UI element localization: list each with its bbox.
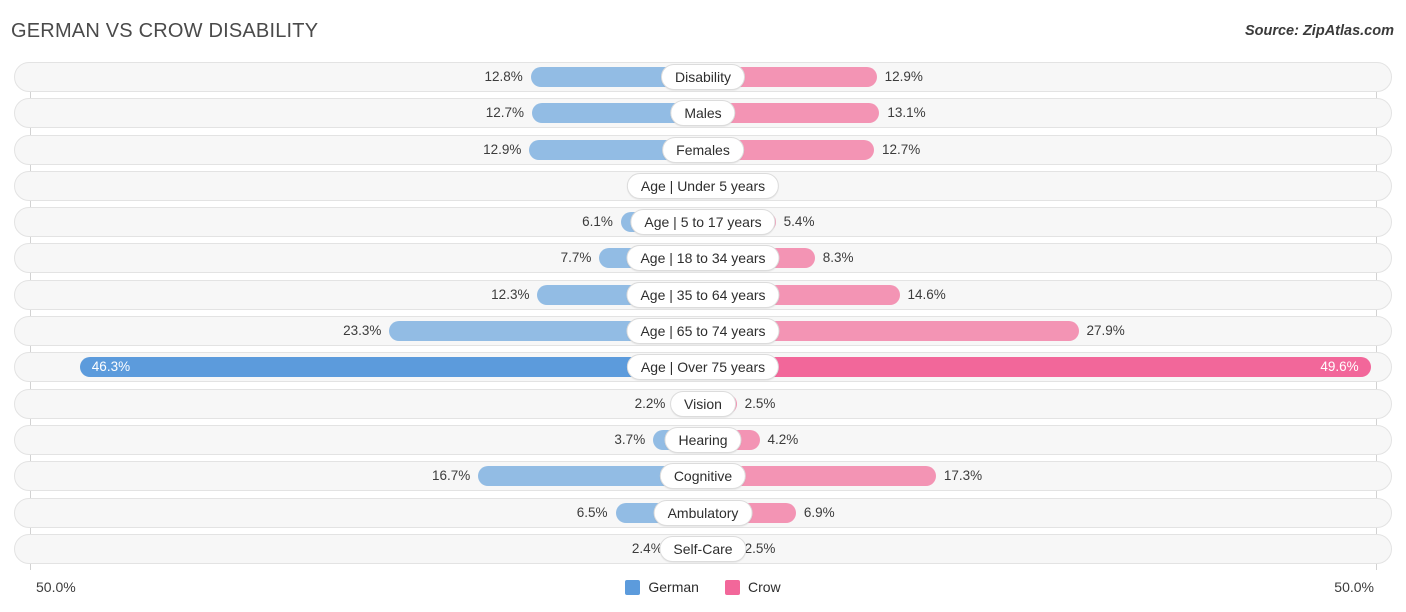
table-row[interactable]: 12.7% 13.1% Males <box>0 98 1406 129</box>
value-label-german: 7.7% <box>560 250 592 266</box>
bar-row-list: 12.8% 12.9% Disability 12.7% 13.1% Males 12.9%… <box>0 62 1406 570</box>
bar-german[interactable] <box>79 357 703 378</box>
category-label: Cognitive <box>659 463 747 490</box>
source-attribution: Source: ZipAtlas.com <box>1244 23 1394 39</box>
value-label-crow: 2.5% <box>744 395 776 411</box>
legend-label: Crow <box>747 579 781 595</box>
value-label-german: 3.7% <box>614 431 646 447</box>
table-row[interactable]: 2.2% 2.5% Vision <box>0 388 1406 419</box>
value-label-crow: 5.4% <box>783 214 815 230</box>
table-row[interactable]: 7.7% 8.3% Age | 18 to 34 years <box>0 243 1406 274</box>
category-label: Disability <box>660 64 746 90</box>
value-label-crow: 17.3% <box>943 468 983 484</box>
value-label-crow: 49.6% <box>1320 359 1359 375</box>
bar-crow[interactable] <box>703 357 1371 378</box>
value-label-crow: 4.2% <box>767 431 799 447</box>
chart-footer: 50.0% 50.0% German Crow <box>0 572 1406 612</box>
table-row[interactable]: 12.8% 12.9% Disability <box>0 62 1406 92</box>
chart-plot-area: 12.8% 12.9% Disability 12.7% 13.1% Males 12.9%… <box>0 62 1406 570</box>
value-label-german: 12.7% <box>485 105 525 121</box>
value-label-crow: 12.7% <box>881 141 921 157</box>
legend-label: German <box>648 579 699 595</box>
table-row[interactable]: 6.5% 6.9% Ambulatory <box>0 497 1406 528</box>
table-row[interactable]: 23.3% 27.9% Age | 65 to 74 years <box>0 316 1406 347</box>
category-label: Ambulatory <box>653 499 753 526</box>
value-label-german: 16.7% <box>431 468 471 484</box>
value-label-german: 12.3% <box>491 286 530 302</box>
category-label: Males <box>670 100 736 127</box>
chart-header: GERMAN VS CROW DISABILITY Source: ZipAtl… <box>0 0 1406 62</box>
legend-swatch-icon <box>625 579 641 595</box>
value-label-crow: 27.9% <box>1086 323 1125 339</box>
category-label: Vision <box>670 390 736 417</box>
table-row[interactable]: 16.7% 17.3% Cognitive <box>0 461 1406 492</box>
value-label-crow: 13.1% <box>887 105 926 121</box>
legend-item[interactable]: German <box>625 579 699 595</box>
value-label-crow: 2.5% <box>744 540 776 556</box>
category-label: Age | Over 75 years <box>626 354 780 381</box>
value-label-crow: 8.3% <box>822 250 854 266</box>
value-label-german: 46.3% <box>91 359 131 375</box>
value-label-german: 6.5% <box>576 504 608 520</box>
category-label: Age | 18 to 34 years <box>626 245 780 272</box>
value-label-german: 2.2% <box>634 395 666 411</box>
category-label: Hearing <box>664 426 742 453</box>
value-label-german: 12.8% <box>484 69 523 84</box>
category-label: Age | 65 to 74 years <box>626 318 780 345</box>
table-row[interactable]: 1.7%1.2%Age | Under 5 years <box>0 170 1406 201</box>
legend-item[interactable]: Crow <box>724 579 781 595</box>
table-row[interactable]: 2.4% 2.5% Self-Care <box>0 533 1406 564</box>
table-row[interactable]: 12.3% 14.6% Age | 35 to 64 years <box>0 279 1406 310</box>
category-label: Age | Under 5 years <box>626 172 780 199</box>
value-label-german: 12.9% <box>483 141 522 157</box>
value-label-german: 23.3% <box>343 323 382 339</box>
table-row[interactable]: 12.9% 12.7% Females <box>0 134 1406 165</box>
value-label-crow: 12.9% <box>884 69 923 84</box>
category-label: Age | 35 to 64 years <box>626 281 780 308</box>
value-label-german: 2.4% <box>631 540 663 556</box>
value-label-crow: 6.9% <box>803 504 835 520</box>
value-label-german: 6.1% <box>582 214 613 230</box>
value-label-crow: 14.6% <box>907 286 946 302</box>
table-row[interactable]: 3.7% 4.2% Hearing <box>0 424 1406 455</box>
page-title: GERMAN VS CROW DISABILITY <box>11 20 319 42</box>
category-label: Self-Care <box>659 535 747 562</box>
legend-swatch-icon <box>724 579 740 595</box>
category-label: Age | 5 to 17 years <box>630 209 776 236</box>
chart-legend: German Crow <box>0 579 1406 595</box>
table-row[interactable]: 46.3% 49.6% Age | Over 75 years <box>0 352 1406 383</box>
table-row[interactable]: 6.1% 5.4% Age | 5 to 17 years <box>0 207 1406 238</box>
category-label: Females <box>662 136 744 163</box>
